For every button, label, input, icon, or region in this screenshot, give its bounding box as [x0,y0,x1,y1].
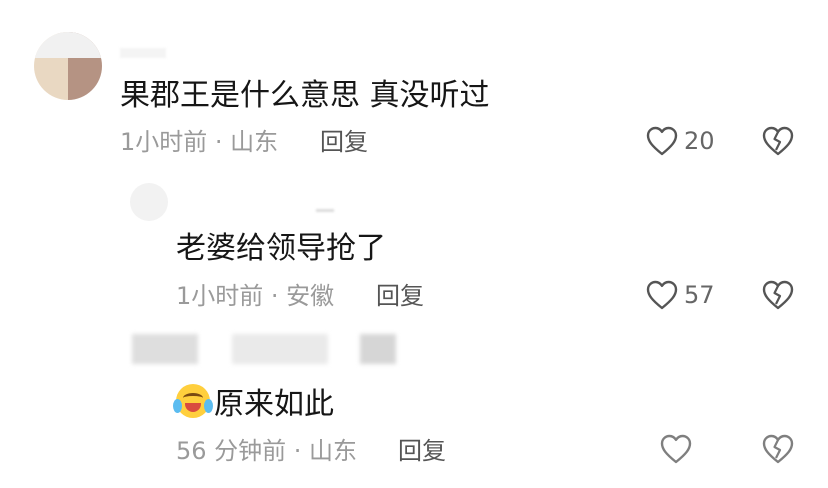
avatar[interactable] [130,183,168,221]
like-count: 20 [684,127,715,155]
reply-target-blurred [360,334,396,364]
like-button[interactable]: 20 [646,126,715,156]
reply-button[interactable]: 回复 [320,126,368,158]
dislike-button[interactable] [762,434,794,464]
comment-text: 果郡王是什么意思 真没听过 [120,78,490,113]
reply-button[interactable]: 回复 [376,280,424,312]
heart-icon [646,280,678,310]
laughing-tears-emoji-icon [173,384,213,418]
broken-heart-icon [762,280,794,310]
dislike-button[interactable] [762,280,794,310]
like-count: 57 [684,281,715,309]
reply-button[interactable]: 回复 [398,435,446,467]
like-button[interactable] [660,434,692,464]
dislike-button[interactable] [762,126,794,156]
comment-meta: 56 分钟前 · 山东 [176,437,358,465]
broken-heart-icon [762,434,794,464]
broken-heart-icon [762,126,794,156]
like-button[interactable]: 57 [646,280,715,310]
comment-line: 原来如此 [173,384,334,425]
username-blurred[interactable] [232,334,328,364]
username-blurred[interactable] [120,48,166,58]
comment-text: 老婆给领导抢了 [176,231,386,266]
username-blurred[interactable] [316,209,334,212]
avatar-blurred[interactable] [132,334,198,364]
comment-meta: 1小时前 · 山东 [120,128,279,156]
comment-text: 原来如此 [214,387,334,422]
comment-meta: 1小时前 · 安徽 [176,282,335,310]
heart-icon [660,434,692,464]
heart-icon [646,126,678,156]
avatar[interactable] [34,32,102,100]
